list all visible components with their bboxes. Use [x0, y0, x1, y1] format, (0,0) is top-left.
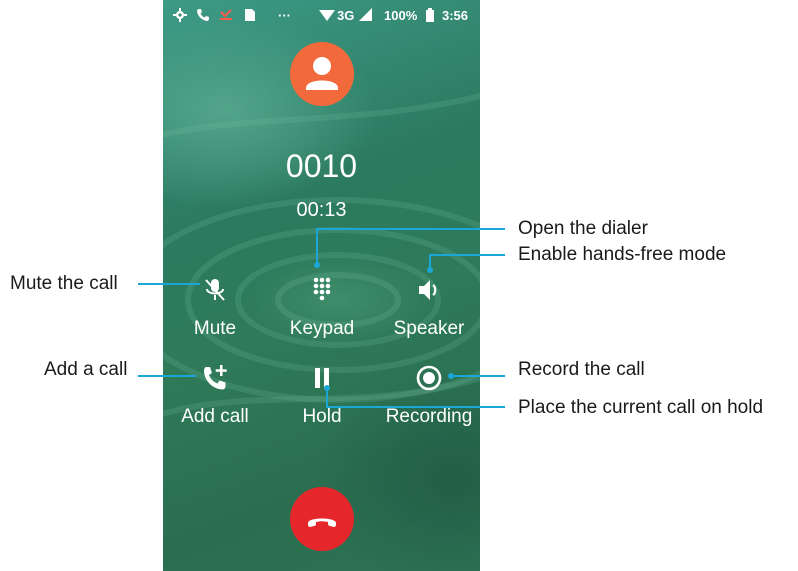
- battery-level: 100%: [384, 8, 418, 23]
- annotation-hold: Place the current call on hold: [518, 397, 764, 418]
- sim-card-icon: [245, 9, 255, 21]
- annotation-add-call: Add a call: [44, 359, 128, 380]
- battery-icon: [426, 8, 434, 22]
- annotation-speaker: Enable hands-free mode: [518, 244, 727, 265]
- phone-call-icon: [197, 9, 209, 21]
- speaker-button[interactable]: Speaker: [379, 276, 479, 356]
- recording-label: Recording: [385, 406, 473, 427]
- add-call-icon: [204, 365, 227, 390]
- mic-off-icon: [205, 279, 225, 301]
- record-icon: [416, 365, 442, 391]
- speaker-icon: [419, 280, 437, 300]
- clock: 3:56: [442, 8, 469, 23]
- recording-button[interactable]: Recording: [379, 364, 479, 444]
- settings-icon: [173, 8, 187, 22]
- annotation-recording: Record the call: [518, 359, 645, 380]
- wifi-icon: [319, 10, 335, 21]
- annotation-mute: Mute the call: [10, 273, 118, 294]
- signal-icon: [359, 8, 372, 21]
- keypad-button[interactable]: Keypad: [272, 276, 372, 356]
- network-type: 3G: [337, 8, 355, 23]
- hold-button[interactable]: Hold: [272, 364, 372, 444]
- status-bar: ··· 3G 100% 3:56: [163, 0, 480, 30]
- end-call-button[interactable]: [290, 487, 354, 551]
- contact-avatar: [290, 42, 354, 106]
- hang-up-icon: [308, 518, 336, 527]
- mute-button[interactable]: Mute: [165, 276, 265, 356]
- caller-number: 0010: [285, 148, 358, 184]
- keypad-label: Keypad: [289, 318, 355, 339]
- person-icon: [306, 57, 338, 90]
- more-notifications-icon: ···: [278, 8, 291, 23]
- pause-icon: [315, 368, 329, 388]
- hold-label: Hold: [302, 406, 342, 427]
- call-screen: ··· 3G 100% 3:56 0010 00:13 Mute Keypad …: [163, 0, 480, 571]
- speaker-label: Speaker: [393, 318, 465, 339]
- dialpad-icon: [313, 277, 331, 301]
- missed-call-icon: [220, 9, 232, 20]
- add-call-label: Add call: [181, 406, 249, 427]
- call-timer: 00:13: [296, 199, 347, 221]
- annotation-keypad: Open the dialer: [518, 218, 648, 239]
- mute-label: Mute: [193, 318, 237, 339]
- add-call-button[interactable]: Add call: [165, 364, 265, 444]
